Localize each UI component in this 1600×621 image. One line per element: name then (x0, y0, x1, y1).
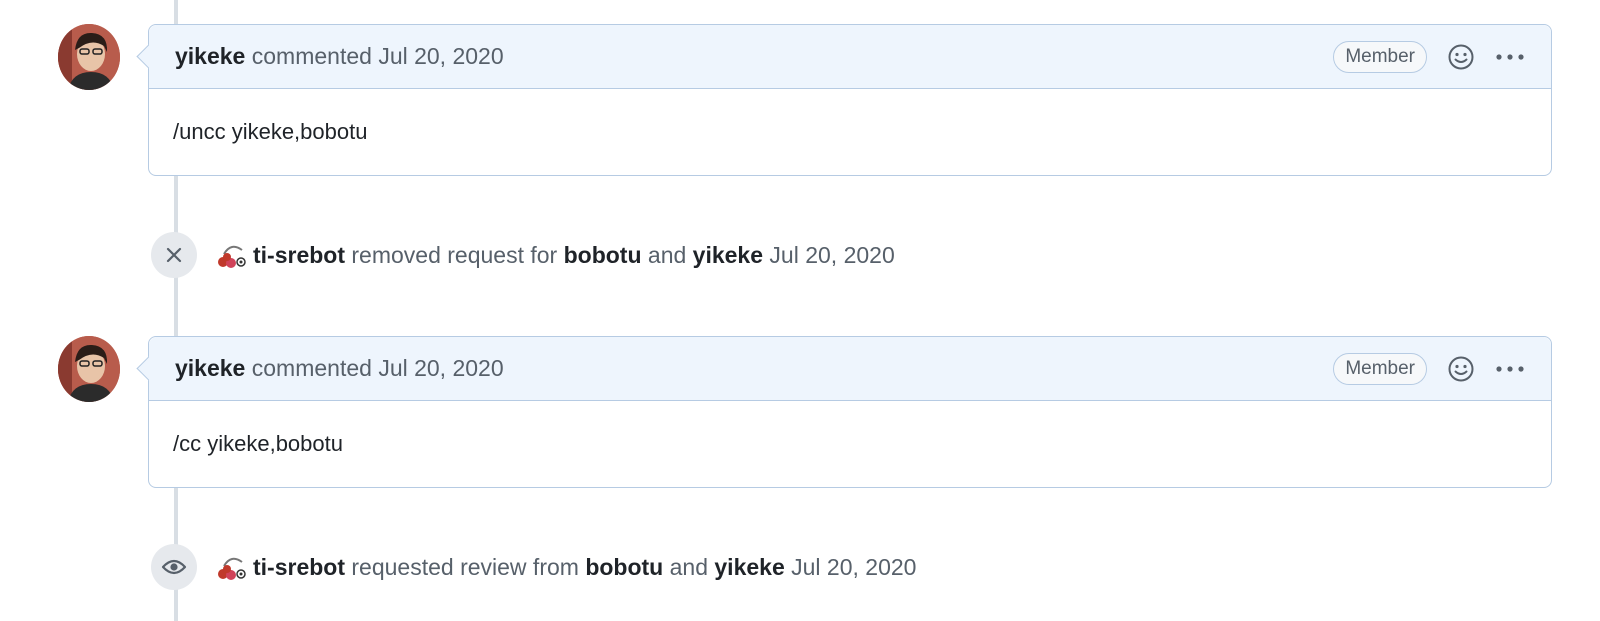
bot-avatar[interactable] (216, 552, 246, 582)
event-user-link[interactable]: yikeke (714, 554, 784, 581)
comment-body: /uncc yikeke,bobotu (173, 119, 368, 144)
comment-action: commented (251, 355, 372, 381)
comment-author-link[interactable]: yikeke (175, 355, 245, 381)
event-date-link[interactable]: Jul 20, 2020 (791, 554, 916, 581)
event-action: requested review from (351, 553, 579, 580)
comment-date-link[interactable]: Jul 20, 2020 (378, 355, 503, 381)
role-badge: Member (1333, 40, 1427, 73)
avatar[interactable] (58, 24, 120, 90)
comment-date-link[interactable]: Jul 20, 2020 (378, 43, 503, 69)
comment-box: yikeke commented Jul 20, 2020 Member (148, 24, 1552, 176)
user-avatar-image (58, 24, 120, 90)
event-actor-link[interactable]: ti-srebot (253, 242, 345, 269)
event-user-link[interactable]: bobotu (564, 242, 642, 269)
comment-box: yikeke commented Jul 20, 2020 Member (148, 336, 1552, 488)
event-user-link[interactable]: bobotu (585, 554, 663, 581)
comment-author-link[interactable]: yikeke (175, 43, 245, 69)
comment-header: yikeke commented Jul 20, 2020 Member (149, 25, 1551, 89)
event-user-link[interactable]: yikeke (693, 242, 763, 269)
event-action: removed request for (351, 241, 558, 268)
eye-icon (161, 559, 187, 575)
event-actor-link[interactable]: ti-srebot (253, 554, 345, 581)
event-badge (151, 232, 197, 278)
x-icon (166, 247, 182, 263)
event-description: ti-srebot requested review from bobotu a… (216, 552, 916, 582)
smiley-icon[interactable] (1447, 43, 1475, 71)
bot-avatar[interactable] (216, 240, 246, 270)
comment-meta: yikeke commented Jul 20, 2020 (175, 43, 1333, 70)
kebab-menu-icon[interactable] (1495, 43, 1525, 71)
timeline-event: ti-srebot removed request for bobotu and… (151, 232, 895, 278)
comment-header: yikeke commented Jul 20, 2020 Member (149, 337, 1551, 401)
user-avatar-image (58, 336, 120, 402)
comment-meta: yikeke commented Jul 20, 2020 (175, 355, 1333, 382)
timeline-event: ti-srebot requested review from bobotu a… (151, 544, 916, 590)
event-conjunction: and (647, 241, 687, 268)
event-description: ti-srebot removed request for bobotu and… (216, 240, 895, 270)
kebab-menu-icon[interactable] (1495, 355, 1525, 383)
comment-action: commented (251, 43, 372, 69)
avatar[interactable] (58, 336, 120, 402)
smiley-icon[interactable] (1447, 355, 1475, 383)
role-badge: Member (1333, 352, 1427, 385)
event-date-link[interactable]: Jul 20, 2020 (769, 242, 894, 269)
event-badge (151, 544, 197, 590)
event-conjunction: and (669, 553, 708, 580)
comment-body: /cc yikeke,bobotu (173, 431, 343, 456)
